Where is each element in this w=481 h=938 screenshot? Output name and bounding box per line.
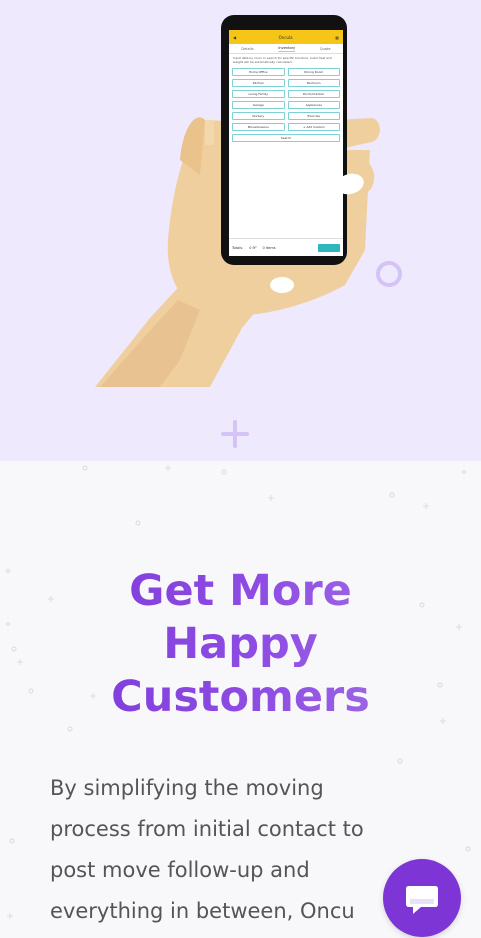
phone-app-header: ◀ Oncula ▦ [229,30,343,44]
phone-tab-quote: Quote [319,46,331,51]
phone-room-button: Appliances [287,101,340,109]
menu-icon: ▦ [335,34,339,40]
headline: Get More Happy Customers [0,565,481,724]
phone-tab-inventory: Inventory [278,45,296,52]
phone-app-footer: Totals: 0 ft³ 0 items [229,238,343,256]
phone-room-button: Home Office [232,68,285,76]
phone-room-button: Porch/Outdoor [287,90,340,98]
chat-widget-button[interactable] [383,859,461,937]
hero-illustration: ◀ Oncula ▦ Details Inventory Quote Input… [0,0,481,461]
phone-room-button: Dining Room [287,68,340,76]
phone-room-button: Exercise [287,112,340,120]
phone-room-button: + Add Custom [287,123,340,131]
phone-screen: ◀ Oncula ▦ Details Inventory Quote Input… [229,30,343,256]
chat-bubble-icon [406,886,438,914]
back-arrow-icon: ◀ [233,34,237,40]
phone-app-tabs: Details Inventory Quote [229,44,343,54]
phone-room-button: Miscellaneous [232,123,285,131]
phone-room-button: Bedroom [287,79,340,87]
phone-app-description: Input data by room or search for specifi… [233,56,332,64]
phone-item-total: 0 items [262,245,276,250]
phone-room-button: Garage [232,101,285,109]
headline-line-2: Happy [163,619,318,669]
phone-search-button: Search [232,134,340,142]
phone-app-title: Oncula [278,34,293,40]
phone-cubic-total: 0 ft³ [249,245,257,250]
phone-room-button: Kitchen [232,79,285,87]
phone-room-grid: Home Office Dining Room Kitchen Bedroom … [229,66,343,144]
plus-decoration-icon [221,420,249,448]
phone-continue-button [318,243,340,252]
phone-room-button: Nursery [232,112,285,120]
phone-totals-label: Totals: [232,245,244,250]
circle-decoration-icon [376,261,402,287]
phone-tab-details: Details [241,46,254,51]
phone-room-button: Living Family [232,90,285,98]
headline-line-3: Customers [111,672,370,722]
headline-line-1: Get More [129,566,352,616]
